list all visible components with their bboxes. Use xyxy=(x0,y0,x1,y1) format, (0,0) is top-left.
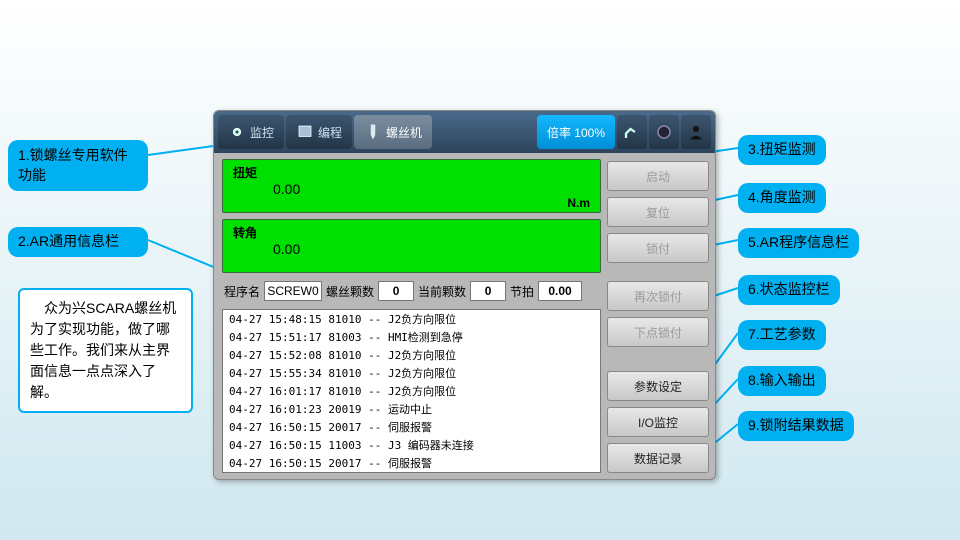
progname-field[interactable] xyxy=(264,281,322,301)
log-row[interactable]: 04-27 16:50:15 11003 -- J3 编码器未连接 xyxy=(223,436,600,454)
tab-program-label: 编程 xyxy=(318,124,342,141)
log-row[interactable]: 04-27 16:01:17 81010 -- J2负方向限位 xyxy=(223,382,600,400)
tab-program[interactable]: 编程 xyxy=(286,115,352,149)
callout-9: 9.锁附结果数据 xyxy=(738,411,854,441)
log-row[interactable]: 04-27 16:50:15 20017 -- 伺服报警 xyxy=(223,418,600,436)
relock-button[interactable]: 再次锁付 xyxy=(607,281,709,311)
callout-8: 8.输入输出 xyxy=(738,366,826,396)
callout-7: 7.工艺参数 xyxy=(738,320,826,350)
callout-3: 3.扭矩监测 xyxy=(738,135,826,165)
log-row[interactable]: 04-27 15:55:34 81010 -- J2负方向限位 xyxy=(223,364,600,382)
total-label: 螺丝颗数 xyxy=(326,283,374,300)
torque-monitor: 扭矩 0.00 N.m xyxy=(222,159,601,213)
intro-text: 众为兴SCARA螺丝机为了实现功能，做了哪些工作。我们来从主界面信息一点点深入了… xyxy=(18,288,193,413)
rate-label: 倍率 100% xyxy=(547,124,605,141)
log-row[interactable]: 04-27 15:52:08 81010 -- J2负方向限位 xyxy=(223,346,600,364)
angle-title: 转角 xyxy=(233,224,590,241)
params-button[interactable]: 参数设定 xyxy=(607,371,709,401)
current-field[interactable] xyxy=(470,281,506,301)
callout-6: 6.状态监控栏 xyxy=(738,275,840,305)
angle-monitor: 转角 0.00 xyxy=(222,219,601,273)
robot-button[interactable] xyxy=(617,115,647,149)
screw-icon xyxy=(364,123,382,141)
lock-button[interactable]: 锁付 xyxy=(607,233,709,263)
user-button[interactable] xyxy=(681,115,711,149)
tab-screw-label: 螺丝机 xyxy=(386,124,422,141)
callout-2: 2.AR通用信息栏 xyxy=(8,227,148,257)
cycle-field[interactable] xyxy=(538,281,582,301)
log-panel[interactable]: 04-27 15:48:15 81010 -- J2负方向限位04-27 15:… xyxy=(222,309,601,473)
next-button[interactable]: 下点锁付 xyxy=(607,317,709,347)
log-row[interactable]: 04-27 16:50:15 20017 -- 伺服报警 xyxy=(223,454,600,472)
user-icon xyxy=(687,123,705,141)
callout-1: 1.锁螺丝专用软件功能 xyxy=(8,140,148,191)
gear-icon xyxy=(228,123,246,141)
total-field[interactable] xyxy=(378,281,414,301)
code-icon xyxy=(296,123,314,141)
record-button[interactable]: 数据记录 xyxy=(607,443,709,473)
log-row[interactable]: 04-27 15:51:17 81003 -- HMI检测到急停 xyxy=(223,328,600,346)
current-label: 当前颗数 xyxy=(418,283,466,300)
app-window: 监控 编程 螺丝机 倍率 100% 扭矩 0.00 N.m xyxy=(213,110,716,480)
log-row[interactable]: 04-27 16:01:23 20019 -- 运动中止 xyxy=(223,400,600,418)
tab-monitor-label: 监控 xyxy=(250,124,274,141)
angle-value: 0.00 xyxy=(233,241,590,257)
robot-icon xyxy=(623,123,641,141)
torque-unit: N.m xyxy=(567,196,590,210)
info-row: 程序名 螺丝颗数 当前颗数 节拍 xyxy=(222,279,601,303)
tab-screw[interactable]: 螺丝机 xyxy=(354,115,432,149)
reset-button[interactable]: 复位 xyxy=(607,197,709,227)
rate-button[interactable]: 倍率 100% xyxy=(537,115,615,149)
toolbar: 监控 编程 螺丝机 倍率 100% xyxy=(214,111,715,153)
cycle-label: 节拍 xyxy=(510,283,534,300)
start-button[interactable]: 启动 xyxy=(607,161,709,191)
progname-label: 程序名 xyxy=(224,283,260,300)
circle-icon xyxy=(655,123,673,141)
callout-5: 5.AR程序信息栏 xyxy=(738,228,859,258)
log-row[interactable]: 04-27 15:48:15 81010 -- J2负方向限位 xyxy=(223,310,600,328)
circle-button[interactable] xyxy=(649,115,679,149)
io-button[interactable]: I/O监控 xyxy=(607,407,709,437)
log-row[interactable]: 04-27 16:50:19 11009 -- J3 母线电压太低 xyxy=(223,472,600,473)
torque-title: 扭矩 xyxy=(233,164,590,181)
torque-value: 0.00 xyxy=(233,181,590,197)
tab-monitor[interactable]: 监控 xyxy=(218,115,284,149)
callout-4: 4.角度监测 xyxy=(738,183,826,213)
